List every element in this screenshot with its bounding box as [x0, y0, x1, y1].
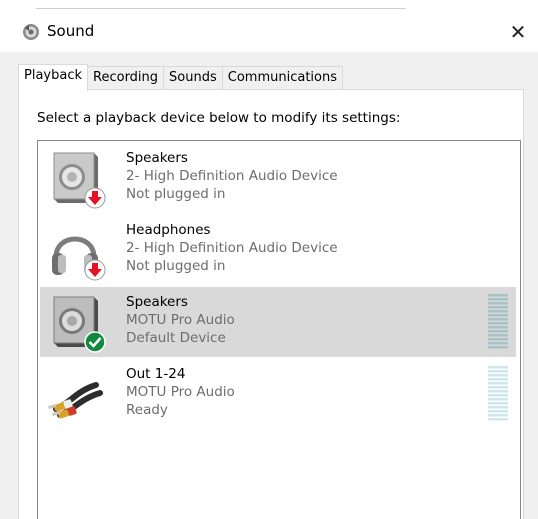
instruction-text: Select a playback device below to modify… [37, 110, 401, 126]
volume-level-meter [488, 294, 508, 349]
device-status: Default Device [126, 330, 226, 346]
playback-panel: Select a playback device below to modify… [18, 89, 524, 519]
headphones-icon [52, 236, 106, 281]
device-text: Speakers 2- High Definition Audio Device… [126, 149, 338, 203]
unplugged-badge-icon [84, 259, 106, 281]
device-name: Speakers [126, 150, 188, 166]
device-row-out-1-24[interactable]: Out 1-24 MOTU Pro Audio Ready [40, 359, 516, 429]
rca-cable-icon [48, 382, 103, 419]
device-row-speakers-motu[interactable]: Speakers MOTU Pro Audio Default Device [40, 287, 516, 357]
device-name: Out 1-24 [126, 366, 186, 382]
device-description: MOTU Pro Audio [126, 384, 235, 400]
device-row-headphones[interactable]: Headphones 2- High Definition Audio Devi… [40, 215, 516, 285]
title-bar: Sound ✕ [0, 12, 538, 52]
speaker-icon [53, 152, 106, 209]
device-description: 2- High Definition Audio Device [126, 240, 338, 256]
device-status: Not plugged in [126, 258, 226, 274]
volume-level-meter [488, 366, 508, 421]
device-row-speakers-hd[interactable]: Speakers 2- High Definition Audio Device… [40, 143, 516, 213]
tab-playback[interactable]: Playback [18, 64, 89, 91]
close-icon: ✕ [509, 20, 527, 44]
unplugged-badge-icon [84, 187, 106, 209]
dialog-client-area: Playback Recording Sounds Communications… [0, 52, 538, 519]
device-description: 2- High Definition Audio Device [126, 168, 338, 184]
tab-recording[interactable]: Recording [87, 66, 165, 90]
device-text: Speakers MOTU Pro Audio Default Device [126, 293, 235, 347]
device-name: Headphones [126, 222, 211, 238]
speaker-icon [53, 296, 106, 353]
device-status: Not plugged in [126, 186, 226, 202]
device-description: MOTU Pro Audio [126, 312, 235, 328]
playback-device-list[interactable]: Speakers 2- High Definition Audio Device… [37, 140, 521, 519]
top-edge-line [36, 8, 406, 9]
device-status: Ready [126, 402, 168, 418]
tab-communications[interactable]: Communications [221, 66, 344, 90]
window-title: Sound [47, 22, 95, 40]
tab-sounds[interactable]: Sounds [163, 66, 223, 90]
sound-app-icon [23, 24, 39, 40]
device-text: Headphones 2- High Definition Audio Devi… [126, 221, 338, 275]
close-button[interactable]: ✕ [498, 12, 538, 52]
default-check-badge-icon [84, 331, 106, 353]
device-text: Out 1-24 MOTU Pro Audio Ready [126, 365, 235, 419]
device-name: Speakers [126, 294, 188, 310]
tab-strip: Playback Recording Sounds Communications [18, 64, 344, 91]
